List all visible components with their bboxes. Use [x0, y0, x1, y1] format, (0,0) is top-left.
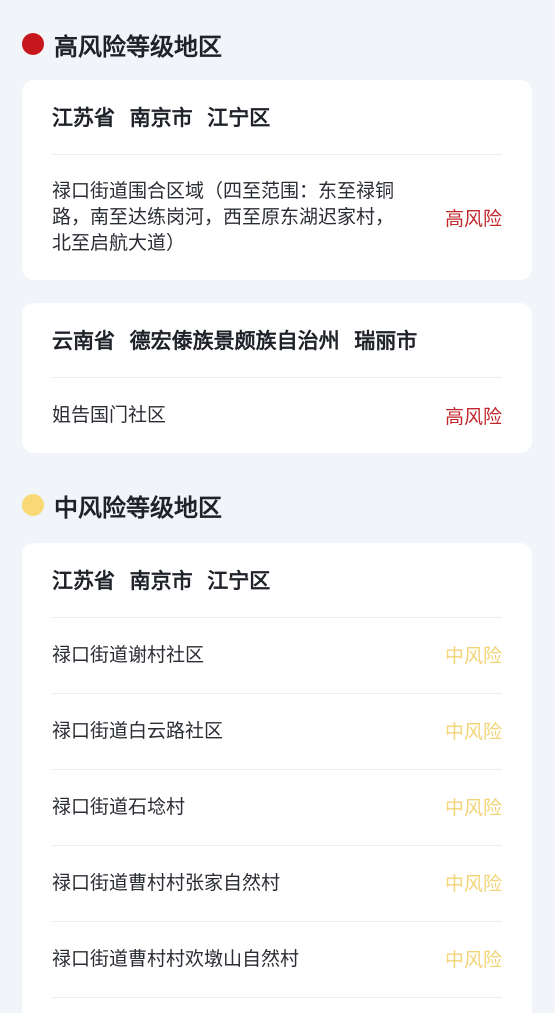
card-title: 云南省 德宏傣族景颇族自治州 瑞丽市: [22, 303, 532, 378]
high-risk-title: 高风险等级地区: [54, 32, 222, 61]
list-item[interactable]: 姐告国门社区 高风险: [22, 377, 532, 453]
card-title: 江苏省 南京市 江宁区: [22, 543, 532, 618]
mid-risk-title: 中风险等级地区: [54, 493, 222, 522]
place-name: 禄口街道谢村社区: [52, 643, 205, 666]
list-item[interactable]: 禄口街道谢村社区 中风险: [22, 617, 532, 694]
card-title-text: 江苏省 南京市 江宁区: [52, 105, 271, 130]
risk-level-badge: 中风险: [444, 949, 502, 971]
risk-level-badge: 中风险: [444, 873, 502, 895]
card-title-text: 云南省 德宏傣族景颇族自治州 瑞丽市: [52, 328, 418, 353]
high-risk-card-1: 江苏省 南京市 江宁区 禄口街道围合区域（四至范围：东至禄铜路，南至达练岗河，西…: [22, 80, 532, 280]
list-item[interactable]: 禄口街道白云路社区 中风险: [22, 693, 532, 770]
place-name: 姐告国门社区: [52, 404, 167, 426]
card-title: 江苏省 南京市 江宁区: [22, 80, 532, 155]
high-risk-card-2: 云南省 德宏傣族景颇族自治州 瑞丽市 姐告国门社区 高风险: [22, 303, 532, 453]
red-dot-icon: [22, 33, 44, 55]
list-item[interactable]: 禄口街道曹村村欢墩山自然村 中风险: [22, 921, 532, 998]
yellow-dot-icon: [22, 494, 44, 516]
place-name: 禄口街道石埝村: [52, 795, 186, 818]
mid-risk-card-1: 江苏省 南京市 江宁区 禄口街道谢村社区 中风险 禄口街道白云路社区 中风险 禄…: [22, 543, 532, 1013]
place-name: 禄口街道曹村村欢墩山自然村: [52, 947, 300, 970]
risk-level-badge: 高风险: [444, 405, 502, 428]
place-name: 禄口街道围合区域（四至范围：东至禄铜路，南至达练岗河，西至原东湖迟家村，北至启航…: [52, 180, 395, 254]
list-item[interactable]: 禄口街道曹村村张家自然村 中风险: [22, 845, 532, 922]
risk-level-badge: 中风险: [444, 721, 502, 743]
place-name: 禄口街道白云路社区: [52, 719, 224, 742]
list-item[interactable]: 禄口街道石埝村 中风险: [22, 769, 532, 846]
risk-level-badge: 中风险: [444, 797, 502, 819]
high-risk-header: 高风险等级地区: [0, 29, 222, 61]
card-title-text: 江苏省 南京市 江宁区: [52, 568, 271, 593]
risk-level-badge: 中风险: [444, 645, 502, 667]
list-item[interactable]: 禄口街道围合区域（四至范围：东至禄铜路，南至达练岗河，西至原东湖迟家村，北至启航…: [22, 154, 532, 280]
risk-level-badge: 高风险: [444, 207, 502, 230]
mid-risk-header: 中风险等级地区: [0, 490, 222, 522]
place-name: 禄口街道曹村村张家自然村: [52, 871, 281, 894]
